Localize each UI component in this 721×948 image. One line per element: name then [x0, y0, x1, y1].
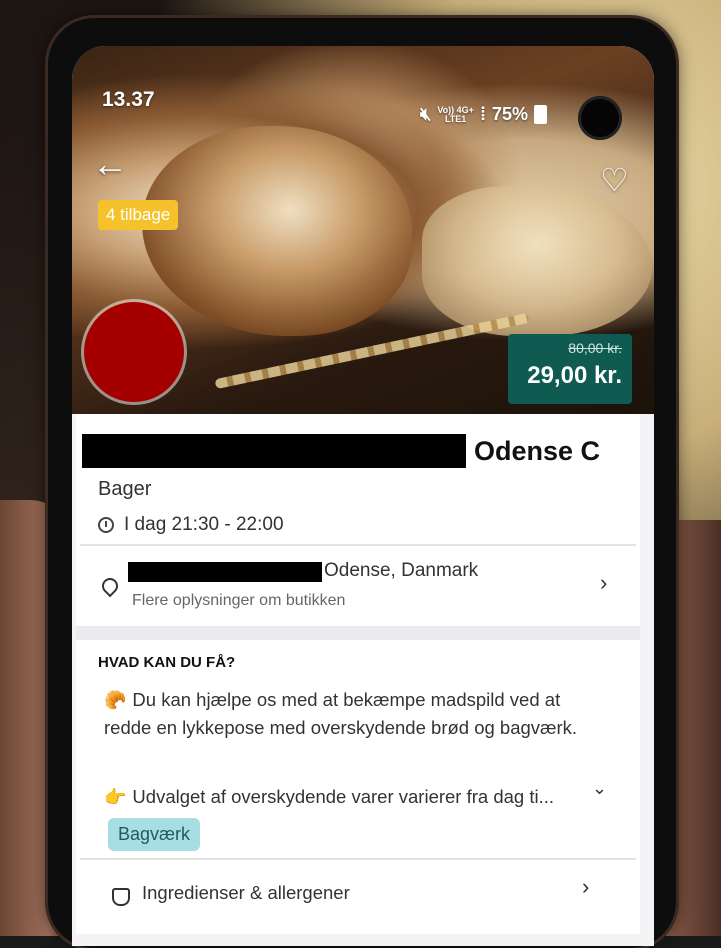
- bag-note: 👉 Udvalget af overskydende varer varierer…: [104, 786, 574, 808]
- store-title-suffix: Odense C: [474, 436, 601, 466]
- bag-description-text: Du kan hjælpe os med at bekæmpe madspild…: [104, 689, 578, 738]
- store-logo: [84, 302, 184, 402]
- allergen-shield-icon: [112, 888, 130, 906]
- store-title: Odense C: [82, 434, 642, 470]
- section-title: HVAD KAN DU FÅ?: [98, 654, 236, 671]
- store-address-row[interactable]: Odense, Danmark Flere oplysninger om but…: [76, 550, 640, 620]
- divider: [80, 544, 636, 546]
- network-bottom: LTE1: [444, 113, 467, 124]
- croissant-icon: 🥐: [104, 690, 127, 710]
- items-left-badge: 4 tilbage: [98, 200, 179, 230]
- bag-description: 🥐 Du kan hjælpe os med at bekæmpe madspil…: [104, 686, 584, 741]
- chevron-down-icon[interactable]: ⌄: [592, 778, 607, 799]
- more-store-info: Flere oplysninger om butikken: [132, 592, 346, 609]
- phone-screen: 13.37 🔇︎ Vo)) 4G+ LTE1 ⁞ 75% ← ♡ 4 tilba…: [72, 46, 654, 946]
- back-arrow-icon[interactable]: ←: [92, 146, 128, 182]
- clock-icon: [98, 517, 114, 533]
- front-camera: [578, 96, 622, 140]
- store-category: Bager: [98, 478, 152, 500]
- pointing-hand-icon: 👉: [104, 787, 127, 807]
- status-icons: 🔇︎ Vo)) 4G+ LTE1 ⁞ 75%: [420, 104, 547, 125]
- chevron-right-icon: ›: [600, 570, 608, 595]
- store-info-card: Odense C Bager I dag 21:30 - 22:00 Odens…: [76, 414, 640, 934]
- redacted-address: [128, 562, 322, 582]
- status-time: 13.37: [102, 88, 155, 111]
- heart-icon[interactable]: ♡: [600, 164, 629, 196]
- network-label: Vo)) 4G+ LTE1: [437, 105, 474, 124]
- bag-note-text: Udvalget af overskydende varer varierer …: [132, 786, 555, 807]
- sack-image: [422, 186, 652, 336]
- ingredients-label: Ingredienser & allergener: [142, 882, 350, 903]
- pickup-time: I dag 21:30 - 22:00: [98, 514, 284, 536]
- address-city: Odense, Danmark: [324, 560, 479, 581]
- ingredients-row[interactable]: Ingredienser & allergener ›: [76, 862, 640, 922]
- divider: [80, 858, 636, 860]
- mute-icon: 🔇︎: [420, 104, 432, 124]
- section-gap: [76, 626, 640, 640]
- bread-image: [142, 126, 412, 336]
- location-pin-icon: [98, 574, 122, 598]
- signal-icon: ⁞: [479, 104, 486, 124]
- price-old: 80,00 kr.: [568, 340, 622, 356]
- price-box: 80,00 kr. 29,00 kr.: [508, 334, 632, 404]
- chevron-right-icon: ›: [582, 874, 590, 899]
- pickup-time-text: I dag 21:30 - 22:00: [124, 514, 284, 535]
- redacted-store-name: [82, 434, 466, 468]
- battery-level: 75%: [491, 104, 528, 124]
- price-new: 29,00 kr.: [527, 362, 622, 389]
- battery-icon: [533, 105, 547, 124]
- category-tag: Bagværk: [108, 818, 201, 851]
